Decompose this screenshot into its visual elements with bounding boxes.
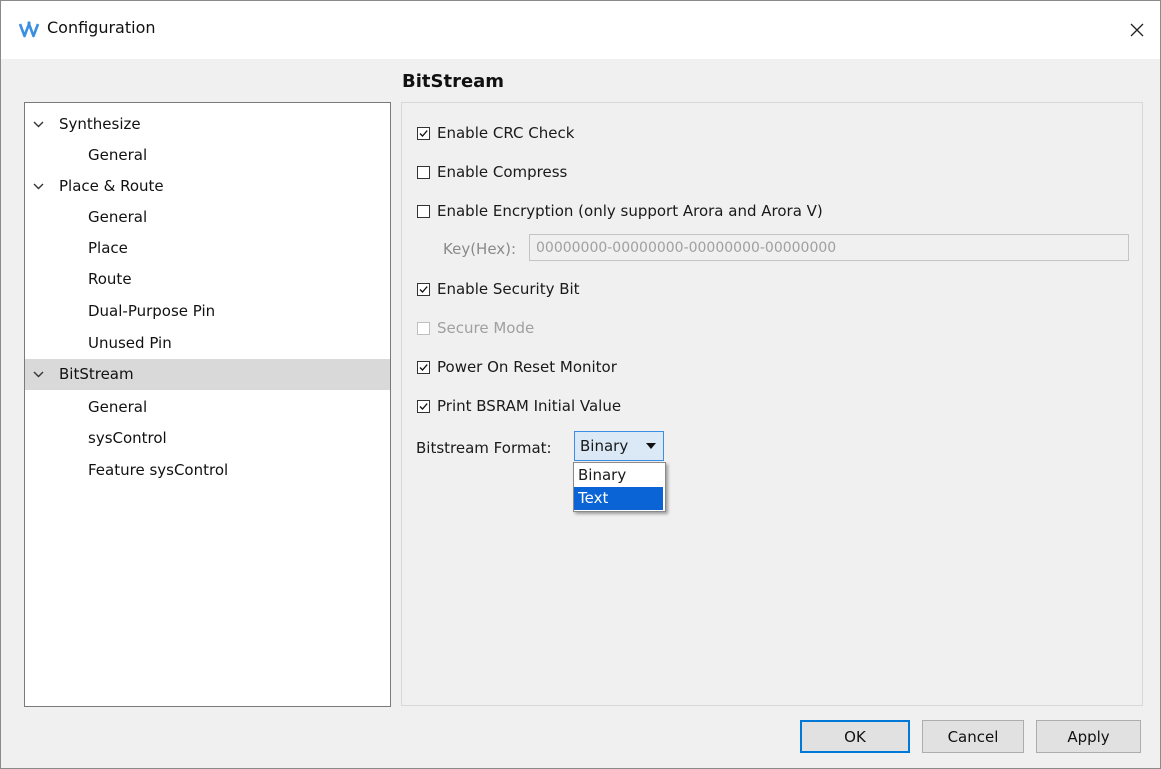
cancel-button[interactable]: Cancel [922,720,1024,753]
secure-mode-option: Secure Mode [417,317,534,339]
compress-label: Enable Compress [437,163,568,181]
power-on-reset-option[interactable]: Power On Reset Monitor [417,356,617,378]
encryption-label: Enable Encryption (only support Arora an… [437,202,823,220]
tree-item-label: sysControl [88,429,167,447]
security-bit-option[interactable]: Enable Security Bit [417,278,580,300]
security-bit-checkbox[interactable] [417,282,430,296]
configuration-window: Configuration BitStream Synthesize Gener… [0,0,1161,769]
key-hex-label: Key(Hex): [443,240,517,258]
tree-item-label: General [88,398,148,416]
encryption-checkbox[interactable] [417,204,430,218]
print-bsram-option[interactable]: Print BSRAM Initial Value [417,395,621,417]
security-bit-label: Enable Security Bit [437,280,580,298]
compress-checkbox[interactable] [417,165,430,179]
tree-item-label: General [88,146,148,164]
crc-checkbox[interactable] [417,126,430,140]
bitstream-format-options[interactable]: Binary Text [573,462,666,512]
tree-item-synthesize-general[interactable]: General [25,141,390,169]
power-on-reset-label: Power On Reset Monitor [437,358,617,376]
tree-item-label: BitStream [59,365,134,383]
bitstream-settings-panel: Enable CRC Check Enable Compress Enable … [401,102,1143,706]
dropdown-arrow-icon [646,443,656,449]
category-tree[interactable]: Synthesize General Place & Route General… [24,102,391,707]
compress-option[interactable]: Enable Compress [417,161,567,183]
bitstream-format-value: Binary [580,437,629,455]
print-bsram-label: Print BSRAM Initial Value [437,397,622,415]
close-button[interactable] [1114,1,1160,59]
format-option-text[interactable]: Text [574,487,663,510]
key-hex-input[interactable] [529,234,1129,261]
tree-item-synthesize[interactable]: Synthesize [25,110,390,138]
tree-item-label: Dual-Purpose Pin [88,302,216,320]
tree-item-dual-purpose-pin[interactable]: Dual-Purpose Pin [25,297,390,325]
tree-item-bitstream-general[interactable]: General [25,393,390,421]
tree-item-place-route-general[interactable]: General [25,203,390,231]
close-icon [1130,23,1144,37]
chevron-down-icon[interactable] [33,110,45,138]
format-option-binary[interactable]: Binary [574,464,663,487]
apply-button[interactable]: Apply [1036,720,1141,753]
tree-item-syscontrol[interactable]: sysControl [25,424,390,452]
tree-item-route[interactable]: Route [25,265,390,293]
title-bar: Configuration [1,1,1160,59]
crc-check-option[interactable]: Enable CRC Check [417,122,574,144]
chevron-down-icon[interactable] [33,359,45,390]
power-on-reset-checkbox[interactable] [417,360,430,374]
tree-item-feature-syscontrol[interactable]: Feature sysControl [25,456,390,484]
secure-mode-label: Secure Mode [437,319,535,337]
window-title: Configuration [47,18,156,37]
page-title: BitStream [402,71,505,92]
bitstream-format-label: Bitstream Format: [416,439,552,457]
tree-item-unused-pin[interactable]: Unused Pin [25,329,390,357]
tree-item-label: Unused Pin [88,334,172,352]
secure-mode-checkbox [417,321,430,335]
tree-item-label: Synthesize [59,115,141,133]
bitstream-format-dropdown[interactable]: Binary [574,431,664,461]
ok-button[interactable]: OK [800,720,910,753]
tree-item-label: General [88,208,148,226]
chevron-down-icon[interactable] [33,172,45,200]
tree-item-label: Place [88,239,128,257]
encryption-option[interactable]: Enable Encryption (only support Arora an… [417,200,823,222]
crc-check-label: Enable CRC Check [437,124,575,142]
tree-item-place-route[interactable]: Place & Route [25,172,390,200]
app-logo-icon [18,21,40,38]
tree-item-bitstream[interactable]: BitStream [25,359,390,390]
tree-item-place[interactable]: Place [25,234,390,262]
tree-item-label: Route [88,270,132,288]
print-bsram-checkbox[interactable] [417,399,430,413]
tree-item-label: Place & Route [59,177,164,195]
tree-item-label: Feature sysControl [88,461,229,479]
